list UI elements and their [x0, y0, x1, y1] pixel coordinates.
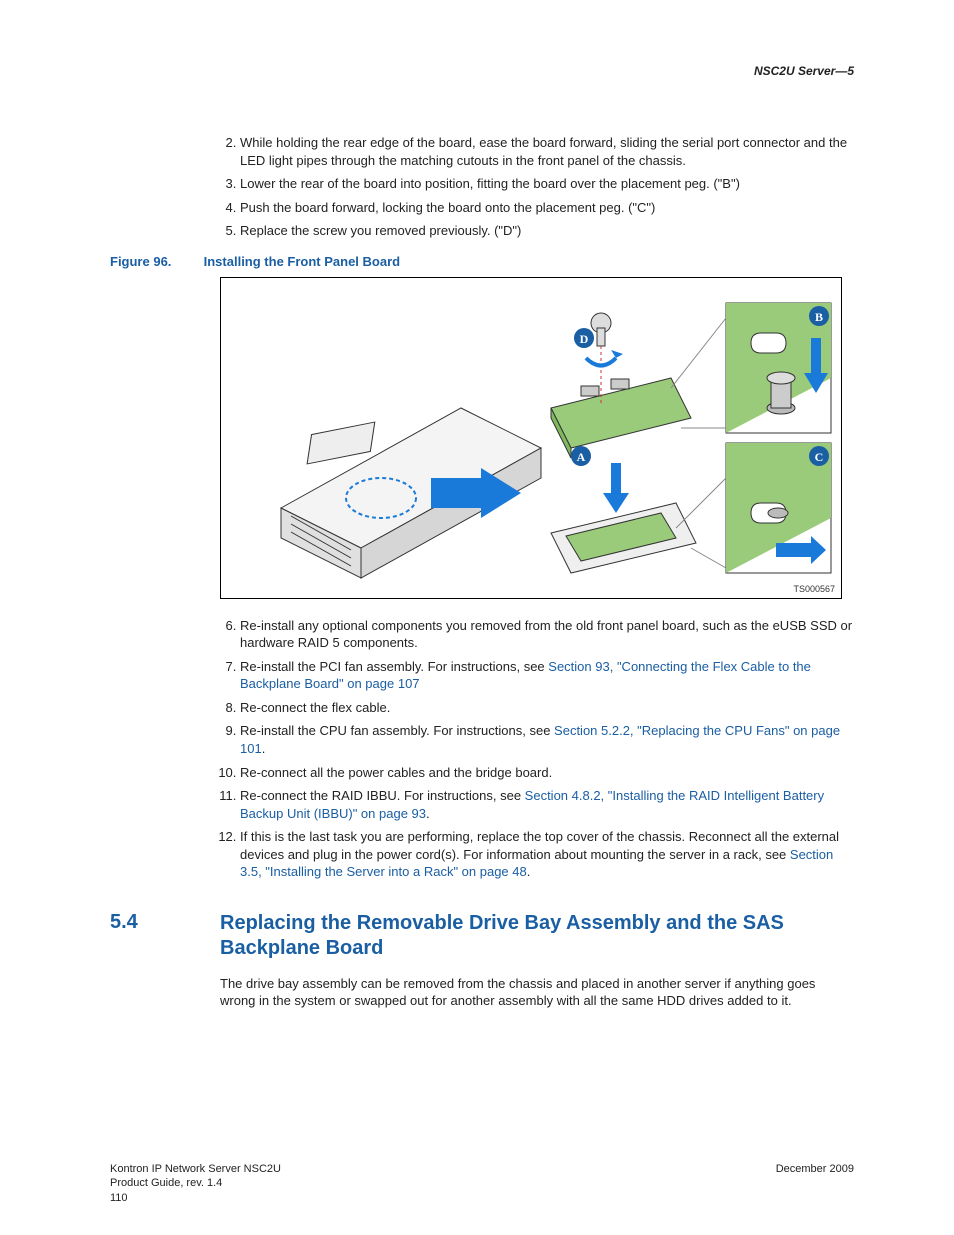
step-item: Re-connect the RAID IBBU. For instructio… [240, 787, 854, 822]
footer-line1: Kontron IP Network Server NSC2U [110, 1163, 281, 1175]
callout-a: A [577, 450, 586, 464]
footer-line2: Product Guide, rev. 1.4 [110, 1177, 222, 1189]
step-item: Lower the rear of the board into positio… [240, 175, 854, 193]
figure-caption: Figure 96. Installing the Front Panel Bo… [110, 254, 854, 269]
figure-id: TS000567 [793, 584, 835, 594]
steps-list-b: Re-install any optional components you r… [220, 617, 854, 881]
page: NSC2U Server—5 While holding the rear ed… [0, 0, 954, 1235]
figure-96-illustration: A D [220, 277, 842, 599]
step-item: Re-install any optional components you r… [240, 617, 854, 652]
callout-c: C [815, 450, 824, 464]
step-item: Re-connect all the power cables and the … [240, 764, 854, 782]
step-item: Push the board forward, locking the boar… [240, 199, 854, 217]
step-item: Re-install the CPU fan assembly. For ins… [240, 722, 854, 757]
figure-number: Figure 96. [110, 254, 200, 269]
footer-date: December 2009 [776, 1162, 854, 1176]
content-indent: While holding the rear edge of the board… [220, 134, 854, 240]
section-heading: 5.4 Replacing the Removable Drive Bay As… [110, 911, 854, 961]
section-body: The drive bay assembly can be removed fr… [220, 975, 854, 1010]
section-title: Replacing the Removable Drive Bay Assemb… [220, 911, 854, 961]
step-item: Re-install the PCI fan assembly. For ins… [240, 658, 854, 693]
footer-page: 110 [110, 1192, 128, 1204]
running-header: NSC2U Server—5 [110, 64, 854, 78]
figure-title: Installing the Front Panel Board [204, 254, 400, 269]
page-footer: December 2009 Kontron IP Network Server … [110, 1162, 854, 1205]
step-item: If this is the last task you are perform… [240, 828, 854, 881]
steps-list-a: While holding the rear edge of the board… [220, 134, 854, 240]
section-number: 5.4 [110, 911, 220, 934]
step-item: Re-connect the flex cable. [240, 699, 854, 717]
step-item: While holding the rear edge of the board… [240, 134, 854, 169]
callout-b: B [815, 310, 823, 324]
step-item: Replace the screw you removed previously… [240, 222, 854, 240]
callout-d: D [580, 332, 589, 346]
